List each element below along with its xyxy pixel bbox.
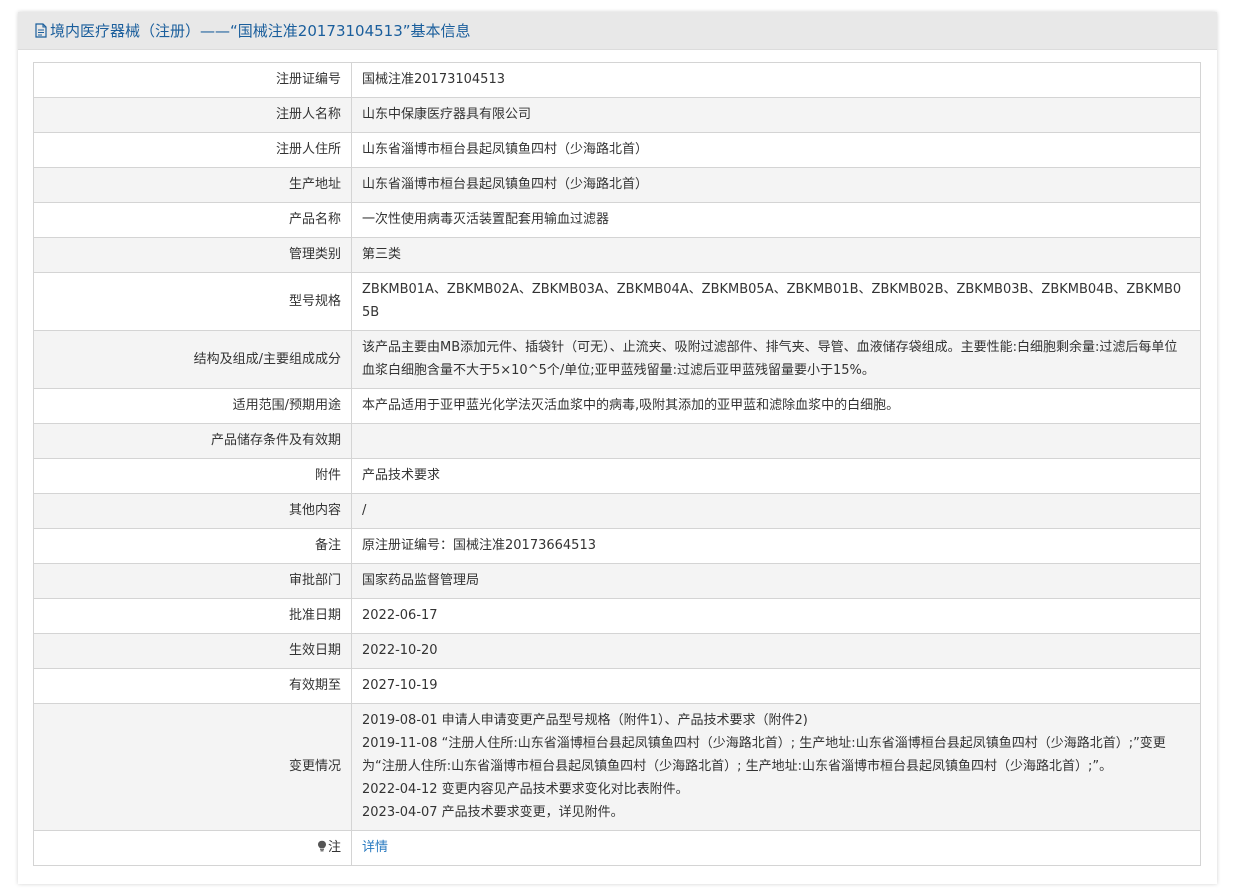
panel-header: 境内医疗器械（注册）——“国械注准20173104513”基本信息 [18,12,1217,50]
registration-info-panel: 境内医疗器械（注册）——“国械注准20173104513”基本信息 注册证编号国… [18,12,1217,884]
table-row: 审批部门 国家药品监督管理局 [33,563,1201,599]
field-value: 国家药品监督管理局 [351,563,1201,599]
change-history: 2019-08-01 申请人申请变更产品型号规格（附件1）、产品技术要求（附件2… [351,703,1201,831]
change-history-entry: 2019-11-08 “注册人住所:山东省淄博桓台县起凤镇鱼四村（少海路北首）;… [362,736,1166,774]
table-row: 型号规格 ZBKMB01A、ZBKMB02A、ZBKMB03A、ZBKMB04A、… [33,272,1201,331]
change-history-entry: 2023-04-07 产品技术要求变更，详见附件。 [362,805,624,820]
field-label: 注册人住所 [33,132,352,168]
field-label: 附件 [33,458,352,494]
page-title-wrap: 境内医疗器械（注册）——“国械注准20173104513”基本信息 [34,20,471,41]
table-row: 管理类别 第三类 [33,237,1201,273]
field-value: / [351,493,1201,529]
details-link[interactable]: 详情 [362,840,388,855]
field-label: 注册人名称 [33,97,352,133]
field-label: 审批部门 [33,563,352,599]
note-label-text: 注 [327,840,341,855]
table-row: 注册人住所 山东省淄博市桓台县起凤镇鱼四村（少海路北首） [33,132,1201,168]
field-label: 注册证编号 [33,62,352,98]
field-value [351,423,1201,459]
table-row: 注 详情 [33,830,1201,866]
field-value: 2022-06-17 [351,598,1201,634]
field-label: 产品名称 [33,202,352,238]
info-table: 注册证编号 国械注准20173104513 注册人名称 山东中保康医疗器具有限公司 注册… [33,62,1201,866]
table-row: 生产地址 山东省淄博市桓台县起凤镇鱼四村（少海路北首） [33,167,1201,203]
field-value: 山东省淄博市桓台县起凤镇鱼四村（少海路北首） [351,167,1201,203]
field-value: 2027-10-19 [351,668,1201,704]
field-label: 其他内容 [33,493,352,529]
field-label: 有效期至 [33,668,352,704]
field-label: 备注 [33,528,352,564]
table-row: 注册人名称 山东中保康医疗器具有限公司 [33,97,1201,133]
field-value: 国械注准20173104513 [351,62,1201,98]
table-row: 适用范围/预期用途 本产品适用于亚甲蓝光化学法灭活血浆中的病毒,吸附其添加的亚甲蓝… [33,388,1201,424]
field-label: 生效日期 [33,633,352,669]
field-value: 第三类 [351,237,1201,273]
table-row: 产品名称 一次性使用病毒灭活装置配套用输血过滤器 [33,202,1201,238]
table-row: 附件 产品技术要求 [33,458,1201,494]
field-label: 管理类别 [33,237,352,273]
field-value: 产品技术要求 [351,458,1201,494]
table-row: 备注 原注册证编号：国械注准20173664513 [33,528,1201,564]
field-label: 结构及组成/主要组成成分 [33,330,352,389]
field-value: 原注册证编号：国械注准20173664513 [351,528,1201,564]
table-row: 变更情况 2019-08-01 申请人申请变更产品型号规格（附件1）、产品技术要求… [33,703,1201,831]
field-value: 一次性使用病毒灭活装置配套用输血过滤器 [351,202,1201,238]
table-row: 批准日期 2022-06-17 [33,598,1201,634]
change-history-entry: 2022-04-12 变更内容见产品技术要求变化对比表附件。 [362,782,689,797]
field-value: 本产品适用于亚甲蓝光化学法灭活血浆中的病毒,吸附其添加的亚甲蓝和滤除血浆中的白细… [351,388,1201,424]
field-label: 批准日期 [33,598,352,634]
change-history-entry: 2019-08-01 申请人申请变更产品型号规格（附件1）、产品技术要求（附件2… [362,713,808,728]
table-row: 结构及组成/主要组成成分 该产品主要由MB添加元件、插袋针（可无）、止流夹、吸附过… [33,330,1201,389]
field-label: 生产地址 [33,167,352,203]
field-label: 变更情况 [33,703,352,831]
field-value: 2022-10-20 [351,633,1201,669]
lightbulb-icon [317,840,326,852]
document-icon [35,23,47,38]
field-label: 产品储存条件及有效期 [33,423,352,459]
table-row: 有效期至 2027-10-19 [33,668,1201,704]
table-row: 生效日期 2022-10-20 [33,633,1201,669]
field-value: 山东中保康医疗器具有限公司 [351,97,1201,133]
field-label: 适用范围/预期用途 [33,388,352,424]
table-row: 注册证编号 国械注准20173104513 [33,62,1201,98]
field-value: ZBKMB01A、ZBKMB02A、ZBKMB03A、ZBKMB04A、ZBKM… [351,272,1201,331]
field-value: 该产品主要由MB添加元件、插袋针（可无）、止流夹、吸附过滤部件、排气夹、导管、血… [351,330,1201,389]
page-title: 境内医疗器械（注册）——“国械注准20173104513”基本信息 [50,22,471,40]
table-row: 其他内容 / [33,493,1201,529]
field-label: 型号规格 [33,272,352,331]
table-row: 产品储存条件及有效期 [33,423,1201,459]
note-value: 详情 [351,830,1201,866]
field-value: 山东省淄博市桓台县起凤镇鱼四村（少海路北首） [351,132,1201,168]
note-label: 注 [33,830,352,866]
